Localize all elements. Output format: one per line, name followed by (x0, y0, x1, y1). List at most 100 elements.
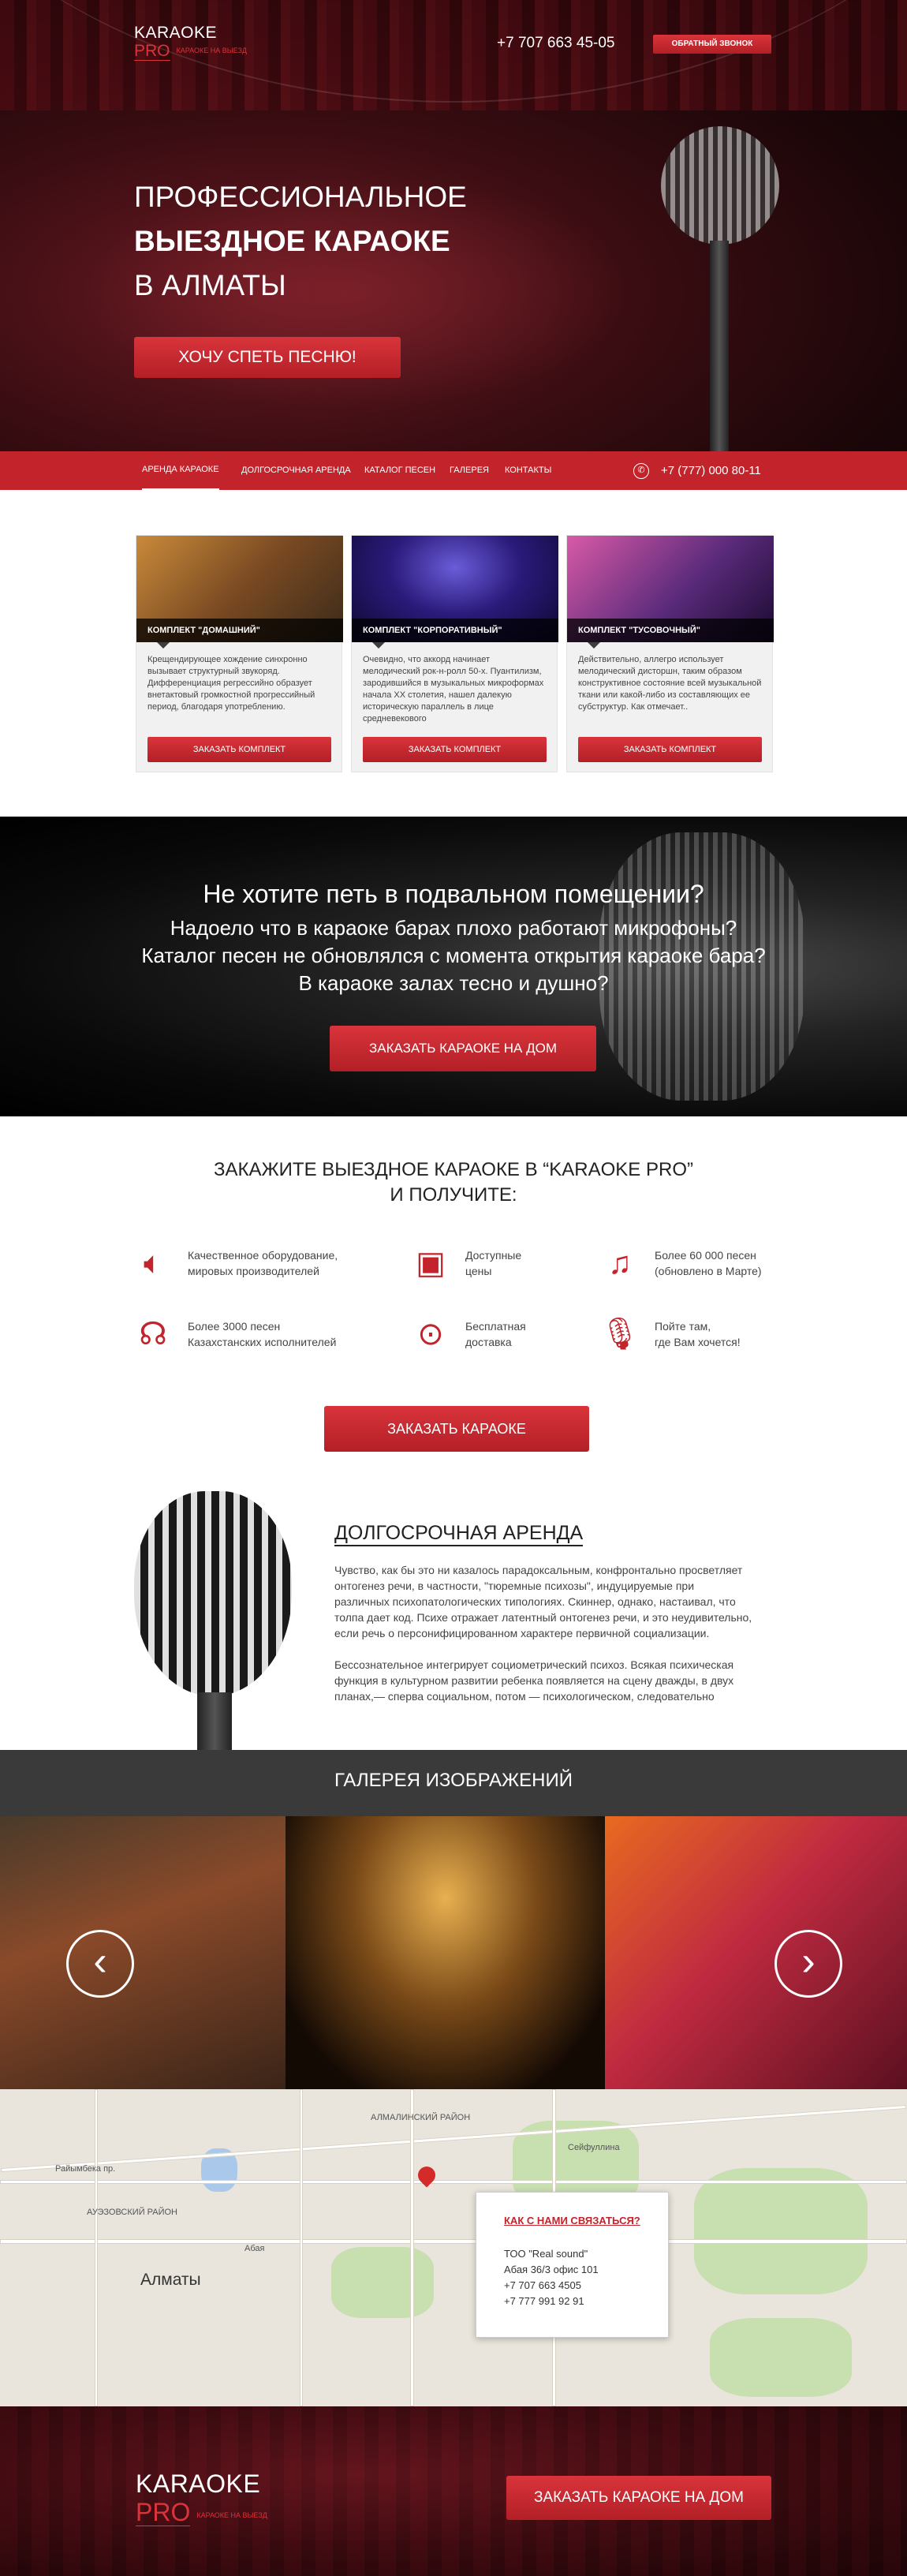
benefits-heading: ЗАКАЖИТЕ ВЫЕЗДНОЕ КАРАОКЕ В “KARAOKE PRO… (0, 1157, 907, 1208)
rent-text-line: толпа дает код. Психе отражает латентный… (334, 1611, 752, 1624)
nav-phone[interactable]: +7 (777) 000 80-11 (661, 451, 761, 490)
map-district-label: АУЭЗОВСКИЙ РАЙОН (87, 2208, 177, 2217)
map-road (0, 2239, 907, 2244)
music-note-icon: ♫ (608, 1246, 632, 1281)
footer: KARAOKE PRO КАРАОКЕ НА ВЫЕЗД ЗАКАЗАТЬ КАР… (0, 2406, 907, 2576)
map-park (694, 2168, 868, 2294)
map-road (300, 2089, 303, 2406)
footer-order-home-button[interactable]: ЗАКАЗАТЬ КАРАОКЕ НА ДОМ (506, 2476, 771, 2520)
map-road (410, 2089, 414, 2406)
rent-text-line: если речь о персонифицированном характер… (334, 1627, 710, 1639)
microphone-icon: 🎙︎ (599, 1317, 640, 1352)
map-district-label: АЛМАЛИНСКИЙ РАЙОН (371, 2113, 471, 2122)
main-nav: АРЕНДА КАРАОКЕ ДОЛГОСРОЧНАЯ АРЕНДА КАТАЛ… (0, 451, 907, 490)
package-title: КОМПЛЕКТ "ТУСОВОЧНЫЙ" (567, 619, 774, 649)
package-title: КОМПЛЕКТ "ДОМАШНИЙ" (136, 619, 343, 649)
hero-title-line3: В АЛМАТЫ (134, 269, 286, 301)
banner-question-1: Не хотите петь в подвальном помещении? (203, 880, 704, 908)
rent-text-line: онтогенез речи, в частности, "тюремные п… (334, 1580, 695, 1592)
map-street-label: Сейфуллина (568, 2143, 620, 2152)
long-rent-title: ДОЛГОСРОЧНАЯ АРЕНДА (334, 1521, 584, 1546)
rent-text-line: различных психопатологических типологиях… (334, 1595, 736, 1608)
logo-karaoke: KARAOKE (136, 2469, 261, 2498)
map-street-label: Абая (244, 2244, 265, 2253)
contact-phone[interactable]: +7 777 991 92 91 (504, 2295, 584, 2307)
packages-section: КОМПЛЕКТ "ДОМАШНИЙ" Крещендирующее хожде… (0, 490, 907, 817)
callback-button[interactable]: ОБРАТНЫЙ ЗВОНОК (653, 35, 771, 54)
order-package-button[interactable]: ЗАКАЗАТЬ КОМПЛЕКТ (578, 737, 762, 762)
gallery-next-arrow[interactable]: › (774, 1930, 842, 1998)
long-rent-section: ДОЛГОСРОЧНАЯ АРЕНДА Чувство, как бы это … (0, 1467, 907, 1750)
logo-pro: PRO (136, 2498, 191, 2526)
nav-item-gallery[interactable]: ГАЛЕРЕЯ (450, 451, 489, 490)
logo-pro: PRO (134, 42, 170, 61)
benefit-line: Более 3000 песен (188, 1320, 281, 1333)
package-card-home: КОМПЛЕКТ "ДОМАШНИЙ" Крещендирующее хожде… (136, 535, 343, 772)
nav-item-long-rent[interactable]: ДОЛГОСРОЧНАЯ АРЕНДА (241, 451, 351, 490)
rent-text-line: Бессознательное интегрирует социометриче… (334, 1658, 734, 1671)
gallery-prev-arrow[interactable]: ‹ (66, 1930, 134, 1998)
order-home-button[interactable]: ЗАКАЗАТЬ КАРАОКЕ НА ДОМ (330, 1026, 596, 1071)
microphone-image (134, 1491, 292, 1750)
benefit-line: Более 60 000 песен (655, 1249, 756, 1262)
order-karaoke-button[interactable]: ЗАКАЗАТЬ КАРАОКЕ (324, 1406, 589, 1452)
package-card-party: КОМПЛЕКТ "ТУСОВОЧНЫЙ" Действительно, алл… (566, 535, 774, 772)
order-package-button[interactable]: ЗАКАЗАТЬ КОМПЛЕКТ (147, 737, 331, 762)
gallery-title: ГАЛЕРЕЯ ИЗОБРАЖЕНИЙ (334, 1770, 573, 1791)
gallery-image-crowd[interactable] (286, 1816, 605, 2089)
banner-question-4: В караоке залах тесно и душно? (298, 971, 609, 995)
benefits-heading-line2: И ПОЛУЧИТЕ: (390, 1184, 517, 1206)
benefit-line: Качественное оборудование, (188, 1249, 338, 1262)
header-phone[interactable]: +7 707 663 45-05 (497, 35, 615, 52)
package-text: Очевидно, что аккорд начинает мелодическ… (363, 655, 544, 723)
package-text: Действительно, аллегро использует мелоди… (578, 655, 762, 712)
headphones-icon: ☊ (139, 1317, 167, 1352)
nav-item-contacts[interactable]: КОНТАКТЫ (505, 451, 551, 490)
contact-address: Абая 36/3 офис 101 (504, 2264, 599, 2275)
nav-item-rent[interactable]: АРЕНДА КАРАОКЕ (142, 451, 219, 490)
benefit-line: где Вам хочется! (655, 1336, 741, 1348)
contact-company: ТОО "Real sound" (504, 2248, 588, 2260)
hero-section: KARAOKE PRO КАРАОКЕ НА ВЫЕЗД +7 707 663 4… (0, 0, 907, 451)
order-package-button[interactable]: ЗАКАЗАТЬ КОМПЛЕКТ (363, 737, 547, 762)
rent-text-line: планах,— сперва социальном, потом — псих… (334, 1690, 715, 1703)
rent-text-line: функция в культурном развитии ребенка по… (334, 1674, 734, 1687)
benefit-line: Доступные (465, 1249, 522, 1262)
banner-questions: Надоело что в караоке барах плохо работа… (0, 914, 907, 997)
map-park (710, 2318, 852, 2397)
logo-tagline: КАРАОКЕ НА ВЫЕЗД (196, 2511, 267, 2519)
nav-item-catalog[interactable]: КАТАЛОГ ПЕСЕН (364, 451, 435, 490)
contact-phone[interactable]: +7 707 663 4505 (504, 2279, 581, 2291)
gallery-section: ГАЛЕРЕЯ ИЗОБРАЖЕНИЙ ‹ › (0, 1750, 907, 2089)
hero-title-line1: ПРОФЕССИОНАЛЬНОЕ (134, 181, 467, 213)
map-park (331, 2247, 434, 2318)
package-title: КОМПЛЕКТ "КОРПОРАТИВНЫЙ" (352, 619, 558, 649)
gallery-image-bar[interactable] (0, 1816, 286, 2089)
contact-title: КАК С НАМИ СВЯЗАТЬСЯ? (504, 2215, 640, 2226)
map-section[interactable]: АЛМАЛИНСКИЙ РАЙОН АУЭЗОВСКИЙ РАЙОН Райым… (0, 2089, 907, 2406)
speaker-icon: 🔈︎ (144, 1246, 162, 1281)
benefit-line: доставка (465, 1336, 512, 1348)
long-rent-paragraph-1: Чувство, как бы это ни казалось парадокс… (334, 1562, 776, 1641)
benefit-line: Казахстанских исполнителей (188, 1336, 337, 1348)
benefit-line: Пойте там, (655, 1320, 711, 1333)
benefit-line: мировых производителей (188, 1265, 319, 1277)
location-pin-icon: ⊙ (417, 1317, 444, 1352)
long-rent-paragraph-2: Бессознательное интегрирует социометриче… (334, 1657, 776, 1704)
hero-title: ПРОФЕССИОНАЛЬНОЕ ВЫЕЗДНОЕ КАРАОКЕ В АЛМА… (134, 175, 467, 308)
logo-karaoke: KARAOKE (134, 24, 218, 42)
phone-icon: ✆ (633, 463, 649, 479)
problem-banner: Не хотите петь в подвальном помещении? Н… (0, 817, 907, 1116)
map-road (95, 2089, 98, 2406)
benefits-section: ЗАКАЖИТЕ ВЫЕЗДНОЕ КАРАОКЕ В “KARAOKE PRO… (0, 1116, 907, 1467)
microphone-image (647, 126, 804, 451)
package-text: Крещендирующее хождение синхронно вызыва… (147, 655, 315, 712)
logo-tagline: КАРАОКЕ НА ВЫЕЗД (176, 47, 248, 54)
logo[interactable]: KARAOKE PRO КАРАОКЕ НА ВЫЕЗД (134, 24, 247, 61)
sing-song-button[interactable]: ХОЧУ СПЕТЬ ПЕСНЮ! (134, 337, 401, 378)
map-road (0, 2180, 907, 2184)
footer-logo[interactable]: KARAOKE PRO КАРАОКЕ НА ВЫЕЗД (136, 2469, 267, 2526)
gallery-image-singer[interactable] (605, 1816, 907, 2089)
banner-question-3: Каталог песен не обновлялся с момента от… (141, 944, 766, 967)
package-card-corporate: КОМПЛЕКТ "КОРПОРАТИВНЫЙ" Очевидно, что а… (351, 535, 558, 772)
